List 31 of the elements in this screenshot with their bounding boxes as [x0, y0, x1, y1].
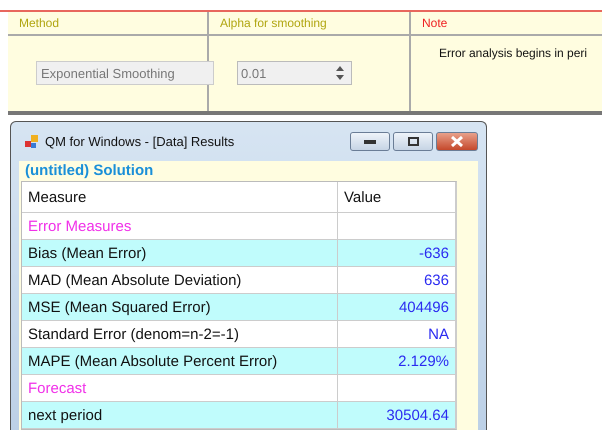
table-cell: 636 — [338, 267, 456, 294]
column-header: Measure — [22, 182, 338, 213]
table-cell: next period — [22, 402, 338, 429]
note-text: Error analysis begins in peri — [439, 46, 588, 60]
table-cell: 30504.64 — [338, 402, 456, 429]
close-button[interactable] — [436, 132, 478, 151]
table-cell: Standard Error (denom=n-2=-1) — [22, 321, 338, 348]
section-label: Error Measures — [22, 213, 338, 240]
window-title: QM for Windows - [Data] Results — [45, 134, 236, 149]
maximize-button[interactable] — [393, 132, 433, 151]
minimize-button[interactable] — [350, 132, 390, 151]
table-cell: MSE (Mean Squared Error) — [22, 294, 338, 321]
table-cell: MAPE (Mean Absolute Percent Error) — [22, 348, 338, 375]
table-cell: 404496 — [338, 294, 456, 321]
group-label: Alpha for smoothing — [219, 16, 328, 30]
group-label: Method — [18, 16, 60, 30]
group-label: Note — [421, 16, 448, 30]
table-cell: Bias (Mean Error) — [22, 240, 338, 267]
table-cell: -636 — [338, 240, 456, 267]
app-icon — [25, 134, 39, 148]
table-cell: NA — [338, 321, 456, 348]
minimize-icon — [364, 140, 376, 144]
section-label: Forecast — [22, 375, 338, 402]
method-field[interactable]: Exponential Smoothing — [36, 61, 214, 86]
close-icon — [450, 136, 464, 147]
table-cell: 2.129% — [338, 348, 456, 375]
alpha-spinbox[interactable]: 0.01 — [237, 61, 352, 86]
maximize-icon — [408, 137, 418, 146]
solution-heading: (untitled) Solution — [24, 161, 154, 181]
table-cell: MAD (Mean Absolute Deviation) — [22, 267, 338, 294]
column-header: Value — [338, 182, 456, 213]
